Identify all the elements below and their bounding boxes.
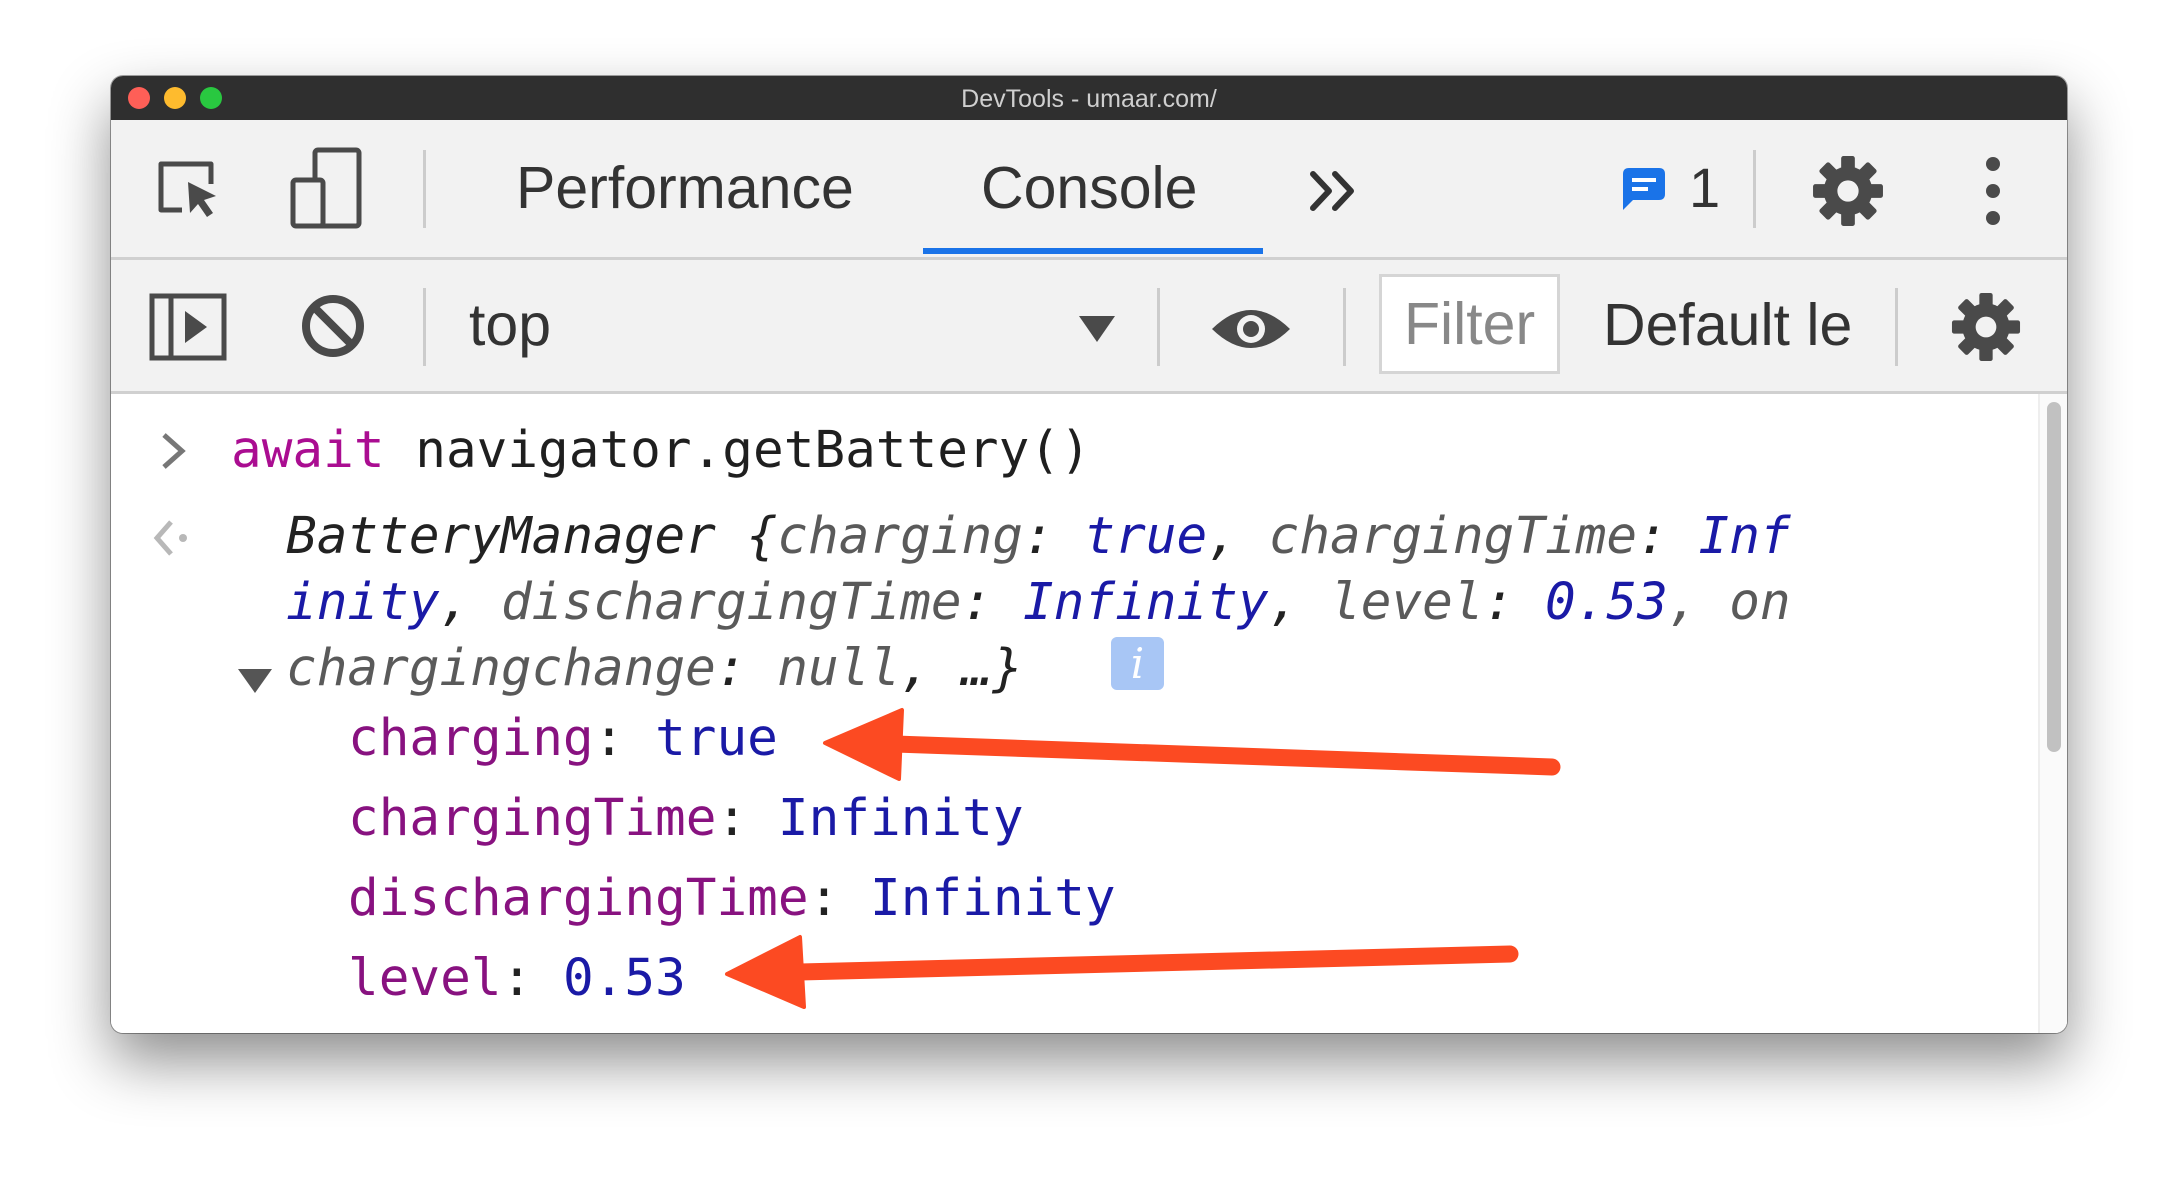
annotation-arrowhead [823, 708, 904, 781]
annotation-arrowhead [725, 935, 806, 1009]
annotation-arrow-shaft [791, 945, 1519, 981]
annotation-arrow-shaft [886, 735, 1561, 776]
annotation-arrows [725, 708, 1561, 1009]
